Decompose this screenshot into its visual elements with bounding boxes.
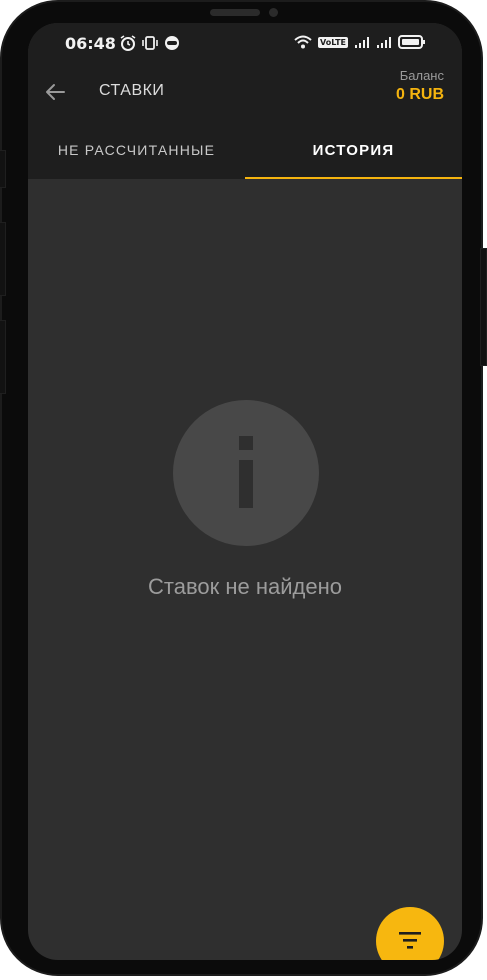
side-button [0, 150, 6, 188]
wifi-icon [294, 35, 312, 49]
volume-up-button [0, 222, 6, 296]
vibrate-icon [142, 36, 158, 50]
speaker [210, 9, 260, 16]
volume-down-button [0, 320, 6, 394]
power-button [480, 248, 487, 366]
alarm-icon [120, 35, 136, 51]
filter-icon [399, 932, 421, 949]
page-title: СТАВКИ [99, 82, 165, 99]
front-camera [269, 8, 278, 17]
screen: 06:48 VoLTE СТАВКИ Баланс 0 RUB НЕ РАССЧ… [28, 23, 462, 960]
info-icon-bar [239, 460, 253, 508]
info-icon [173, 400, 319, 546]
app-bar: СТАВКИ Баланс 0 RUB [28, 65, 462, 121]
status-right-icons: VoLTE [294, 35, 426, 49]
tab-bar: НЕ РАССЧИТАННЫЕ ИСТОРИЯ [28, 121, 462, 179]
tab-history[interactable]: ИСТОРИЯ [245, 121, 462, 179]
signal-icon [377, 37, 391, 48]
status-bar: 06:48 VoLTE [28, 23, 462, 65]
phone-frame: 06:48 VoLTE СТАВКИ Баланс 0 RUB НЕ РАССЧ… [0, 0, 483, 976]
filter-button[interactable] [376, 907, 444, 960]
signal-icon [355, 37, 369, 48]
battery-icon [398, 35, 425, 49]
status-left-icons [120, 35, 180, 51]
tab-active-indicator [245, 177, 462, 179]
balance-label: Баланс [399, 68, 444, 83]
back-arrow-icon[interactable] [44, 81, 66, 103]
empty-state-message: Ставок не найдено [148, 574, 342, 599]
status-time: 06:48 [65, 34, 116, 53]
app-notification-icon [165, 36, 179, 50]
tab-unsettled[interactable]: НЕ РАССЧИТАННЫЕ [28, 121, 245, 179]
volte-icon: VoLTE [318, 36, 348, 48]
info-icon-dot [239, 436, 253, 450]
balance-value: 0 RUB [395, 86, 444, 103]
